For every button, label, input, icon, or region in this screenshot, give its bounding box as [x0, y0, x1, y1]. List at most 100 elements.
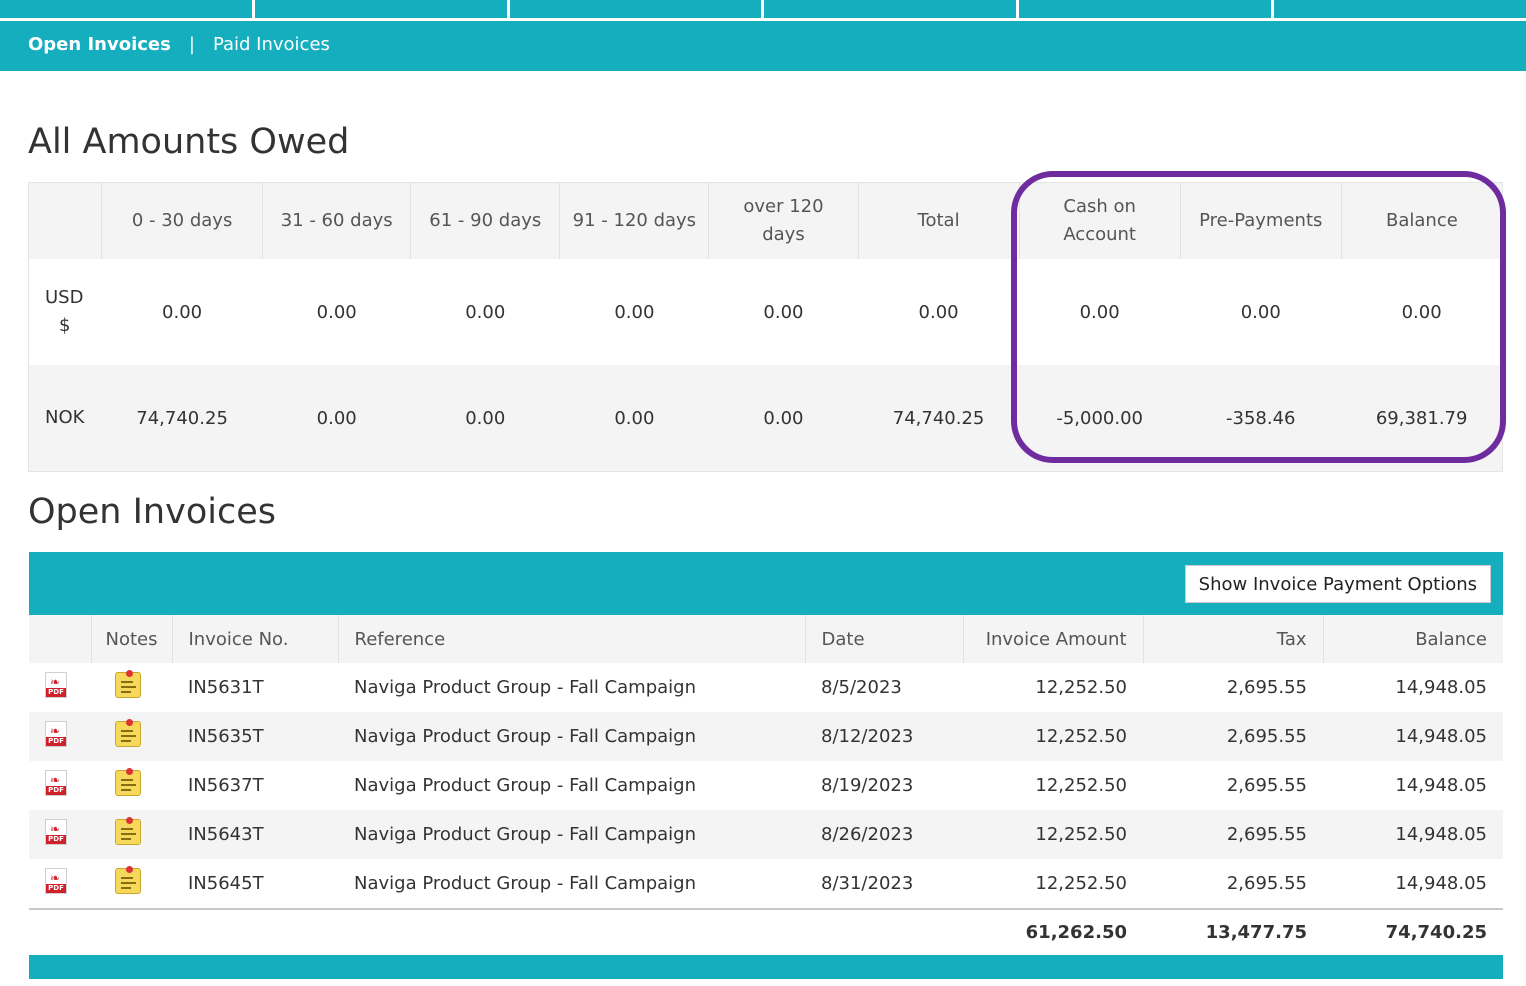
notes-cell — [91, 761, 172, 810]
invoice-date: 8/19/2023 — [821, 775, 914, 796]
header-91-120-days: 91 - 120 days — [559, 182, 709, 259]
currency-code: USD — [45, 287, 84, 308]
currency-cell: NOK — [28, 365, 102, 472]
top-tab[interactable] — [1019, 0, 1275, 21]
header-61-90-days: 61 - 90 days — [410, 182, 560, 259]
notes-cell — [91, 712, 172, 761]
amount-cell: 0.00 — [708, 365, 859, 472]
tax-column-header[interactable]: Tax — [1142, 615, 1323, 663]
invoice-amount-column-header[interactable]: Invoice Amount — [962, 615, 1143, 663]
top-tab[interactable] — [509, 0, 765, 21]
invoice-tax: 2,695.55 — [1226, 873, 1307, 894]
invoice-reference: Naviga Product Group - Fall Campaign — [354, 873, 697, 894]
invoice-number: IN5643T — [172, 810, 338, 859]
invoice-tax: 2,695.55 — [1226, 677, 1307, 698]
currency-code: NOK — [45, 407, 85, 428]
invoice-balance: 14,948.05 — [1395, 873, 1487, 894]
invoices-footer-bar — [29, 955, 1503, 979]
cash-on-account-cell: 0.00 — [1019, 259, 1181, 365]
aging-row-usd: USD $ 0.00 0.00 0.00 0.00 0.00 0.00 0.00… — [28, 259, 1503, 365]
pdf-icon[interactable]: ❧ PDF — [45, 721, 67, 747]
amount-cell: 0.00 — [559, 365, 709, 472]
sticky-note-icon[interactable] — [115, 670, 141, 698]
invoice-tax: 2,695.55 — [1226, 775, 1307, 796]
pdf-cell: ❧ PDF — [29, 663, 91, 712]
header-0-30-days: 0 - 30 days — [101, 182, 263, 259]
open-invoices-panel: Show Invoice Payment Options Notes Invoi… — [29, 552, 1503, 979]
top-tab[interactable] — [0, 0, 255, 21]
pdf-icon[interactable]: ❧ PDF — [45, 868, 67, 894]
header-over-120-days: over 120 days — [708, 182, 859, 259]
total-invoice-amount: 61,262.50 — [963, 908, 1143, 955]
balance-cell: 69,381.79 — [1341, 365, 1503, 472]
aging-header-row: 0 - 30 days 31 - 60 days 61 - 90 days 91… — [28, 182, 1503, 259]
show-payment-options-button[interactable]: Show Invoice Payment Options — [1184, 565, 1491, 603]
total-cell: 0.00 — [858, 259, 1020, 365]
invoice-reference: Naviga Product Group - Fall Campaign — [354, 677, 697, 698]
header-total: Total — [857, 182, 1020, 259]
notes-cell — [91, 859, 172, 909]
top-tab-strip — [0, 0, 1526, 21]
reference-column-header[interactable]: Reference — [337, 615, 805, 663]
currency-symbol: $ — [59, 315, 71, 336]
invoices-header-row: Notes Invoice No. Reference Date Invoice… — [29, 615, 1503, 663]
invoice-number: IN5637T — [188, 775, 264, 796]
invoice-tax: 2,695.55 — [1143, 810, 1323, 859]
subnav-separator: | — [188, 34, 195, 55]
invoice-balance: 14,948.05 — [1323, 810, 1503, 859]
total-cell: 74,740.25 — [858, 365, 1020, 472]
invoice-number: IN5631T — [188, 677, 264, 698]
header-pre-payments: Pre-Payments — [1179, 182, 1342, 259]
paid-invoices-link[interactable]: Paid Invoices — [213, 34, 330, 55]
sticky-note-icon[interactable] — [115, 817, 141, 845]
sticky-note-icon[interactable] — [115, 866, 141, 894]
amount-cell: 0.00 — [708, 259, 859, 365]
invoice-totals-row: 61,262.50 13,477.75 74,740.25 — [29, 908, 1503, 955]
top-tab[interactable] — [254, 0, 510, 21]
amount-cell: 0.00 — [559, 259, 709, 365]
pdf-cell: ❧ PDF — [29, 712, 91, 761]
invoices-toolbar: Show Invoice Payment Options — [29, 552, 1503, 615]
invoice-row: ❧ PDF IN5631T Naviga Product Group - Fall… — [29, 663, 1503, 712]
invoice-amount: 12,252.50 — [963, 810, 1143, 859]
open-invoices-link[interactable]: Open Invoices — [28, 34, 171, 55]
notes-cell — [91, 663, 172, 712]
notes-column-header[interactable]: Notes — [90, 615, 172, 663]
invoice-subnav: Open Invoices | Paid Invoices — [28, 34, 330, 55]
pre-payments-cell: 0.00 — [1180, 259, 1342, 365]
amount-cell: 0.00 — [262, 365, 411, 472]
total-tax: 13,477.75 — [1143, 908, 1323, 955]
invoice-no-column-header[interactable]: Invoice No. — [171, 615, 338, 663]
sticky-note-icon[interactable] — [115, 768, 141, 796]
invoice-row: ❧ PDF IN5645T Naviga Product Group - Fall… — [29, 859, 1503, 909]
amount-cell: 0.00 — [262, 259, 411, 365]
invoice-balance: 14,948.05 — [1323, 712, 1503, 761]
invoice-row: ❧ PDF IN5635T Naviga Product Group - Fall… — [29, 712, 1503, 761]
aging-summary-table: 0 - 30 days 31 - 60 days 61 - 90 days 91… — [28, 182, 1503, 472]
balance-column-header[interactable]: Balance — [1322, 615, 1503, 663]
pdf-cell: ❧ PDF — [29, 859, 91, 909]
invoice-balance: 14,948.05 — [1395, 775, 1487, 796]
top-navigation: Open Invoices | Paid Invoices — [0, 0, 1526, 71]
pdf-icon[interactable]: ❧ PDF — [45, 819, 67, 845]
invoice-date: 8/26/2023 — [805, 810, 963, 859]
invoice-amount: 12,252.50 — [963, 712, 1143, 761]
header-31-60-days: 31 - 60 days — [262, 182, 411, 259]
pdf-cell: ❧ PDF — [29, 810, 91, 859]
invoice-reference: Naviga Product Group - Fall Campaign — [354, 775, 697, 796]
date-column-header[interactable]: Date — [804, 615, 963, 663]
top-tab[interactable] — [764, 0, 1020, 21]
invoice-tax: 2,695.55 — [1143, 712, 1323, 761]
notes-cell — [91, 810, 172, 859]
open-invoices-title: Open Invoices — [28, 492, 276, 532]
pdf-column-header — [29, 615, 91, 663]
invoice-date: 8/31/2023 — [821, 873, 914, 894]
total-balance: 74,740.25 — [1323, 908, 1503, 955]
pdf-icon[interactable]: ❧ PDF — [45, 672, 67, 698]
invoice-row: ❧ PDF IN5637T Naviga Product Group - Fall… — [29, 761, 1503, 810]
pdf-icon[interactable]: ❧ PDF — [45, 770, 67, 796]
amount-cell: 0.00 — [101, 259, 263, 365]
top-tab[interactable] — [1274, 0, 1526, 21]
sticky-note-icon[interactable] — [115, 719, 141, 747]
currency-cell: USD $ — [28, 259, 102, 365]
